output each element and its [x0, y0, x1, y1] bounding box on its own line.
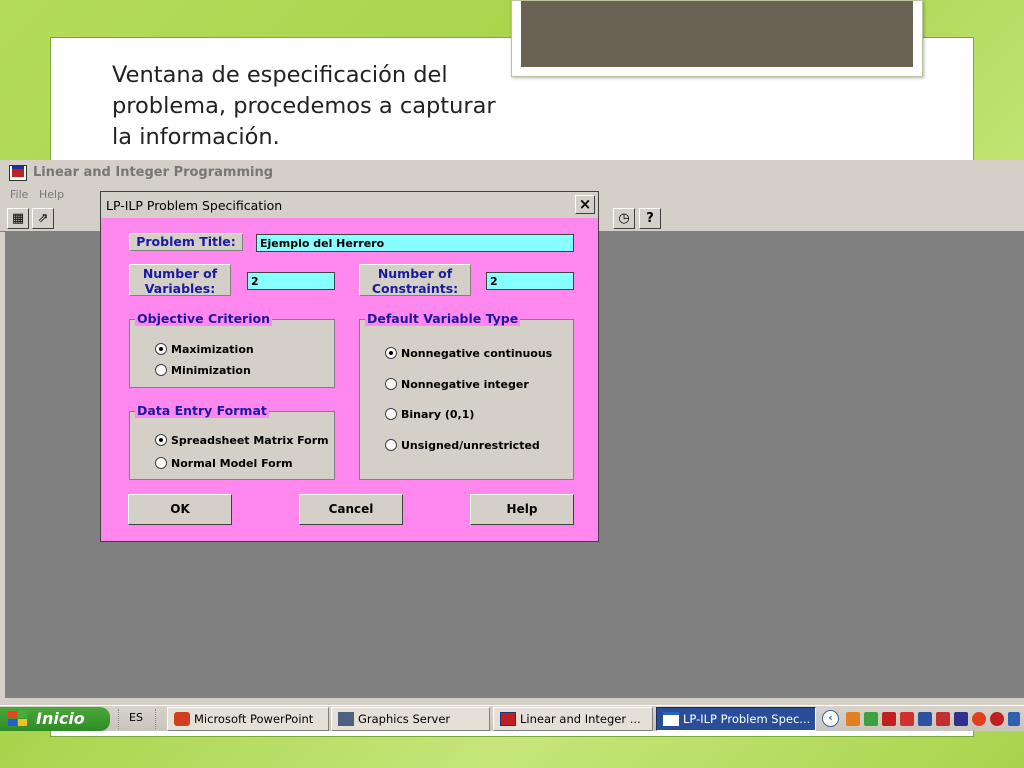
windows-logo-icon	[8, 711, 28, 727]
lp-app-icon	[500, 712, 516, 726]
powerpoint-icon	[174, 712, 190, 726]
keyboard-icon[interactable]	[1008, 712, 1020, 726]
ok-button[interactable]: OK	[128, 494, 232, 525]
pdf-icon[interactable]	[900, 712, 914, 726]
radio-label: Normal Model Form	[171, 457, 293, 470]
num-constraints-label: Number of Constraints:	[359, 264, 471, 296]
radio-selected-icon	[385, 347, 397, 359]
default-variable-type-group: Default Variable Type Nonnegative contin…	[359, 311, 574, 480]
task-linear-integer[interactable]: Linear and Integer ...	[493, 707, 653, 731]
radio-unselected-icon	[385, 408, 397, 420]
objective-criterion-label: Objective Criterion	[135, 311, 272, 326]
data-entry-format-label: Data Entry Format	[135, 403, 269, 418]
help-icon[interactable]: ?	[639, 208, 661, 229]
taskbar-separator	[118, 709, 120, 729]
security-icon[interactable]	[846, 712, 860, 726]
radio-label: Binary (0,1)	[401, 408, 475, 421]
radio-selected-icon	[155, 434, 167, 446]
windows-taskbar: Inicio ES Microsoft PowerPoint Graphics …	[0, 705, 1024, 731]
disconnected-network-icon[interactable]	[936, 712, 950, 726]
data-entry-format-group: Data Entry Format Spreadsheet Matrix For…	[129, 403, 335, 480]
radio-label: Nonnegative continuous	[401, 347, 553, 360]
radio-spreadsheet-matrix[interactable]: Spreadsheet Matrix Form	[155, 434, 329, 448]
dialog-title: LP-ILP Problem Specification	[106, 198, 283, 213]
radio-label: Minimization	[171, 364, 251, 377]
task-label: Graphics Server	[358, 712, 451, 726]
app-left-border	[0, 232, 5, 705]
update-icon[interactable]	[972, 712, 986, 726]
problem-title-input[interactable]: Ejemplo del Herrero	[256, 234, 574, 252]
problem-title-label: Problem Title:	[129, 233, 243, 251]
radio-label: Maximization	[171, 343, 254, 356]
radio-unsigned-unrestricted[interactable]: Unsigned/unrestricted	[385, 439, 540, 453]
dialog-title-bar[interactable]: LP-ILP Problem Specification ×	[101, 192, 598, 218]
radio-selected-icon	[155, 343, 167, 355]
objective-criterion-group: Objective Criterion Maximization Minimiz…	[129, 311, 335, 388]
flag-icon[interactable]	[954, 712, 968, 726]
num-constraints-input[interactable]: 2	[486, 272, 574, 290]
app-bottom-border	[0, 698, 1024, 705]
network-icon[interactable]	[864, 712, 878, 726]
task-label: Microsoft PowerPoint	[194, 712, 314, 726]
num-variables-input[interactable]: 2	[247, 272, 335, 290]
radio-unselected-icon	[385, 378, 397, 390]
radio-binary[interactable]: Binary (0,1)	[385, 408, 474, 422]
display-icon[interactable]	[918, 712, 932, 726]
system-tray: ‹	[818, 706, 1024, 732]
app-title: Linear and Integer Programming	[33, 165, 274, 180]
start-label: Inicio	[36, 709, 85, 728]
clock-icon[interactable]: ◷	[613, 208, 635, 229]
taskbar-separator	[155, 709, 157, 729]
radio-nonnegative-continuous[interactable]: Nonnegative continuous	[385, 347, 552, 361]
radio-label: Spreadsheet Matrix Form	[171, 434, 329, 447]
grid-icon[interactable]: ▦	[7, 208, 29, 229]
task-label: LP-ILP Problem Spec...	[683, 712, 811, 726]
radio-label: Nonnegative integer	[401, 378, 529, 391]
radio-label: Unsigned/unrestricted	[401, 439, 540, 452]
slide-photo-frame	[511, 0, 923, 77]
slide-text: Ventana de especificación del problema, …	[112, 62, 496, 150]
help-button[interactable]: Help	[470, 494, 574, 525]
dialog-body: Problem Title: Ejemplo del Herrero Numbe…	[101, 218, 598, 541]
lp-app-icon[interactable]	[9, 165, 27, 181]
cancel-button[interactable]: Cancel	[299, 494, 403, 525]
window-icon	[663, 712, 679, 726]
graphics-server-icon	[338, 712, 354, 726]
task-graphics-server[interactable]: Graphics Server	[331, 707, 490, 731]
task-powerpoint[interactable]: Microsoft PowerPoint	[167, 707, 329, 731]
radio-unselected-icon	[385, 439, 397, 451]
num-variables-label: Number of Variables:	[129, 264, 231, 296]
antivirus-icon[interactable]	[990, 712, 1004, 726]
open-folder-icon[interactable]: ⇗	[32, 208, 54, 229]
default-variable-type-label: Default Variable Type	[365, 311, 521, 326]
start-button[interactable]: Inicio	[0, 707, 110, 731]
task-lp-ilp-spec[interactable]: LP-ILP Problem Spec...	[656, 707, 816, 731]
acrobat-icon[interactable]	[882, 712, 896, 726]
menu-help[interactable]: Help	[39, 188, 64, 201]
radio-unselected-icon	[155, 364, 167, 376]
app-title-bar[interactable]: Linear and Integer Programming	[0, 160, 1024, 186]
radio-normal-model[interactable]: Normal Model Form	[155, 457, 293, 471]
problem-spec-dialog: LP-ILP Problem Specification × Problem T…	[100, 191, 599, 542]
chevron-left-icon[interactable]: ‹	[822, 710, 839, 727]
radio-nonnegative-integer[interactable]: Nonnegative integer	[385, 378, 529, 392]
language-indicator[interactable]: ES	[129, 711, 143, 724]
radio-unselected-icon	[155, 457, 167, 469]
slide-photo	[521, 1, 913, 67]
radio-maximization[interactable]: Maximization	[155, 343, 254, 357]
close-icon[interactable]: ×	[575, 195, 595, 214]
radio-minimization[interactable]: Minimization	[155, 364, 251, 378]
task-label: Linear and Integer ...	[520, 712, 641, 726]
menu-file[interactable]: File	[10, 188, 28, 201]
